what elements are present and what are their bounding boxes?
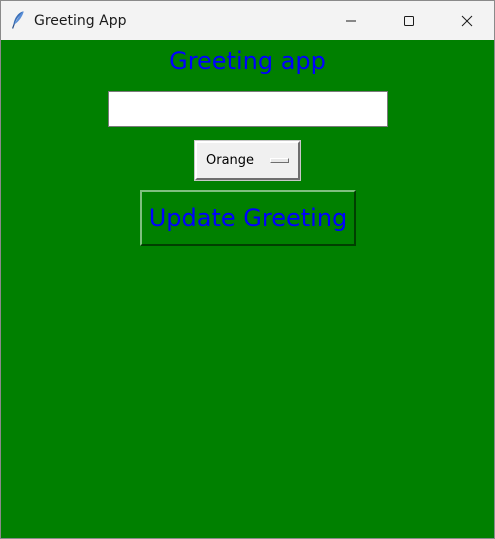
window-title: Greeting App: [34, 13, 127, 29]
option-menu-indicator-icon: [270, 158, 289, 163]
page-title: Greeting app: [169, 47, 326, 75]
color-option-selected: Orange: [206, 153, 255, 168]
maximize-icon: [403, 15, 415, 27]
update-greeting-button[interactable]: Update Greeting: [140, 190, 356, 246]
maximize-button[interactable]: [386, 1, 432, 40]
close-button[interactable]: [444, 1, 490, 40]
minimize-button[interactable]: [328, 1, 374, 40]
minimize-icon: [345, 15, 357, 27]
app-window: Greeting App Greeting app Orange Update …: [0, 0, 495, 539]
feather-icon: [10, 10, 26, 30]
app-body: Greeting app Orange Update Greeting: [1, 40, 494, 538]
color-option-menu[interactable]: Orange: [195, 141, 300, 180]
close-icon: [461, 15, 473, 27]
title-bar[interactable]: Greeting App: [1, 1, 494, 40]
name-input[interactable]: [108, 91, 388, 127]
